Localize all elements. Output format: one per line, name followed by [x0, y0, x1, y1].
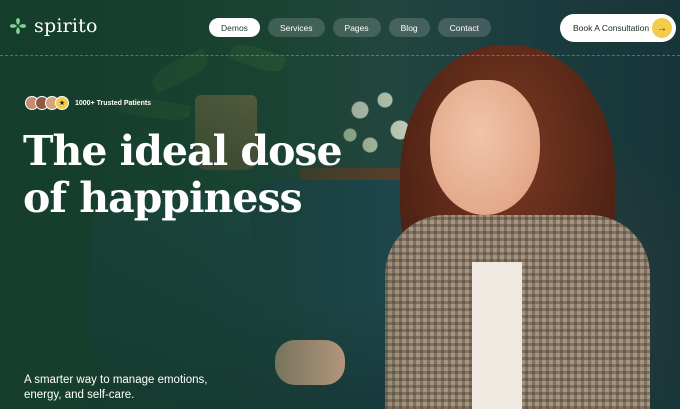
nav-item-demos[interactable]: Demos	[209, 18, 260, 37]
headline-line-1: The ideal dose	[23, 127, 343, 175]
nav-item-blog[interactable]: Blog	[388, 18, 430, 37]
trusted-patients-badge: ★ 1000+ Trusted Patients	[25, 96, 151, 110]
nav-item-contact[interactable]: Contact	[437, 18, 491, 37]
star-icon: ★	[55, 96, 69, 110]
headline-line-2: of happiness	[23, 174, 303, 222]
cta-label: Book A Consultation	[573, 23, 650, 33]
nav-item-pages[interactable]: Pages	[332, 18, 381, 37]
subheadline-line-1: A smarter way to manage emotions,	[24, 374, 208, 386]
hero-headline: The ideal dose of happiness	[23, 128, 353, 222]
site-header: spirito Demos Services Pages Blog Contac…	[0, 0, 680, 56]
trusted-patients-label: 1000+ Trusted Patients	[75, 99, 152, 107]
book-consultation-button[interactable]: Book A Consultation →	[560, 14, 676, 42]
brand-name: spirito	[34, 15, 98, 37]
nav-item-services[interactable]: Services	[267, 18, 325, 37]
clover-icon	[10, 18, 26, 34]
subheadline-line-2: energy, and self-care.	[24, 389, 135, 401]
header-divider	[0, 55, 680, 56]
hero-subheadline: A smarter way to manage emotions, energy…	[24, 373, 244, 403]
main-nav: Demos Services Pages Blog Contact	[209, 18, 491, 37]
avatar-group: ★	[25, 96, 69, 110]
brand-logo[interactable]: spirito	[8, 15, 98, 37]
arrow-right-icon: →	[652, 18, 672, 38]
